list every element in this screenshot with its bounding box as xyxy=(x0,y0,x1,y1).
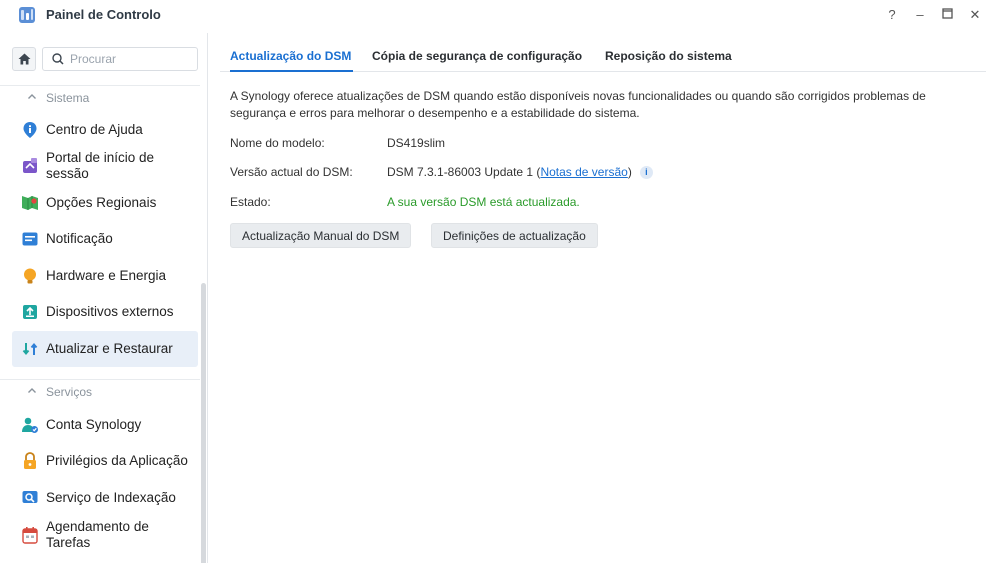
maximize-icon xyxy=(941,8,953,19)
title-bar: Painel de Controlo ? – ✕ xyxy=(0,0,1000,32)
sidebar-item-task-scheduler[interactable]: Agendamento de Tarefas xyxy=(12,517,198,553)
section-label: Serviços xyxy=(46,385,93,399)
login-portal-icon xyxy=(23,158,37,173)
sidebar-item-help-center[interactable]: Centro de Ajuda xyxy=(12,112,198,148)
model-value: DS419slim xyxy=(387,136,446,150)
version-label: Versão actual do DSM: xyxy=(230,165,353,179)
sidebar-item-app-privileges[interactable]: Privilégios da Aplicação xyxy=(12,443,198,479)
help-center-icon xyxy=(23,122,37,138)
close-button[interactable]: ✕ xyxy=(966,6,984,24)
sidebar-item-label: Atualizar e Restaurar xyxy=(46,341,173,356)
update-restore-icon xyxy=(22,342,38,356)
sidebar: Sistema Centro de Ajuda Portal de início… xyxy=(0,33,208,563)
status-value: A sua versão DSM está actualizada. xyxy=(387,195,580,209)
synology-account-icon xyxy=(22,417,38,433)
help-button[interactable]: ? xyxy=(883,6,901,24)
search-box[interactable] xyxy=(42,47,198,71)
sidebar-item-label: Conta Synology xyxy=(46,417,142,432)
section-servicos[interactable]: Serviços xyxy=(0,379,200,403)
sidebar-item-label: Hardware e Energia xyxy=(46,268,167,283)
sidebar-item-label: Portal de início de sessão xyxy=(46,150,155,181)
version-paren-close: ) xyxy=(627,165,632,179)
regional-options-icon xyxy=(22,196,38,210)
sidebar-item-notification[interactable]: Notificação xyxy=(12,221,198,257)
sidebar-item-label: Privilégios da Aplicação xyxy=(46,453,188,468)
manual-dsm-update-button[interactable]: Actualização Manual do DSM xyxy=(230,223,412,248)
version-value: DSM 7.3.1-86003 Update 1 xyxy=(387,165,534,179)
release-notes-link[interactable]: Notas de versão xyxy=(540,165,627,179)
model-label: Nome do modelo: xyxy=(230,136,325,150)
maximize-button[interactable] xyxy=(938,6,956,24)
external-devices-icon xyxy=(23,305,37,319)
notification-icon xyxy=(22,232,38,246)
search-input[interactable] xyxy=(70,52,180,66)
tab-config-backup[interactable]: Cópia de segurança de configuração xyxy=(372,49,582,63)
tab-bar: Actualização do DSM Cópia de segurança d… xyxy=(220,40,986,72)
sidebar-item-hardware-power[interactable]: Hardware e Energia xyxy=(12,258,198,294)
minimize-button[interactable]: – xyxy=(911,6,929,24)
sidebar-item-update-restore[interactable]: Atualizar e Restaurar xyxy=(12,331,198,367)
sidebar-item-regional-options[interactable]: Opções Regionais xyxy=(12,185,198,221)
status-label: Estado: xyxy=(230,195,271,209)
hardware-power-icon xyxy=(24,268,36,284)
tab-dsm-update[interactable]: Actualização do DSM xyxy=(230,49,351,63)
home-button[interactable] xyxy=(12,47,36,71)
task-scheduler-icon xyxy=(22,527,38,544)
description-text: A Synology oferece atualizações de DSM q… xyxy=(230,89,926,120)
info-icon[interactable]: i xyxy=(639,166,653,179)
sidebar-item-label: Serviço de Indexação xyxy=(46,490,176,505)
window-title: Painel de Controlo xyxy=(46,7,161,22)
section-label: Sistema xyxy=(46,91,90,105)
sidebar-item-indexing-service[interactable]: Serviço de Indexação xyxy=(12,480,198,516)
section-sistema[interactable]: Sistema xyxy=(0,85,200,109)
version-row: DSM 7.3.1-86003 Update 1 (Notas de versã… xyxy=(387,165,653,179)
control-panel-icon xyxy=(19,7,35,23)
sidebar-item-synology-account[interactable]: Conta Synology xyxy=(12,407,198,443)
sidebar-item-label: Opções Regionais xyxy=(46,195,157,210)
search-icon xyxy=(52,53,64,65)
home-icon xyxy=(18,53,30,65)
sidebar-item-login-portal[interactable]: Portal de início de sessão xyxy=(12,148,198,184)
sidebar-item-label: Agendamento de Tarefas xyxy=(46,519,149,550)
active-tab-indicator xyxy=(230,70,353,72)
update-settings-button[interactable]: Definições de actualização xyxy=(431,223,598,248)
tab-system-reset[interactable]: Reposição do sistema xyxy=(605,49,732,63)
sidebar-scrollbar[interactable] xyxy=(201,283,206,563)
sidebar-item-external-devices[interactable]: Dispositivos externos xyxy=(12,294,198,330)
sidebar-item-label: Dispositivos externos xyxy=(46,304,174,319)
chevron-up-icon xyxy=(28,94,36,99)
chevron-up-icon xyxy=(28,388,36,393)
app-privileges-icon xyxy=(24,452,36,469)
sidebar-item-label: Notificação xyxy=(46,231,113,246)
sidebar-item-label: Centro de Ajuda xyxy=(46,122,143,137)
indexing-service-icon xyxy=(22,491,38,503)
